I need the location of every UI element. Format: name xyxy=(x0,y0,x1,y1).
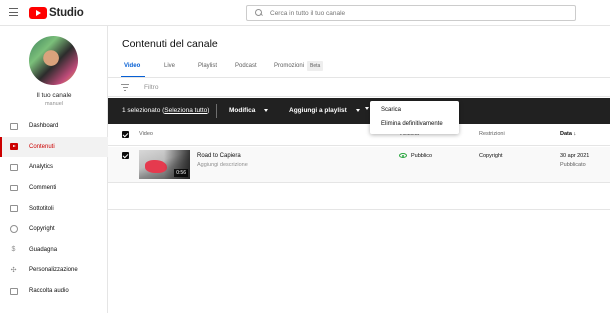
table-bottom-divider xyxy=(108,209,610,210)
chevron-down-icon xyxy=(365,107,369,110)
search-input[interactable] xyxy=(270,9,560,17)
analytics-icon xyxy=(9,163,18,172)
sidebar-item-label: Analytics xyxy=(29,164,54,171)
row-checkbox[interactable] xyxy=(122,152,129,159)
beta-badge: Beta xyxy=(307,61,324,71)
sort-arrow-icon: ↓ xyxy=(573,131,577,137)
sidebar-item-comments[interactable]: Commenti xyxy=(0,178,108,199)
earn-icon: $ xyxy=(11,246,16,254)
page-title: Contenuti del canale xyxy=(122,38,218,50)
tab-promotions[interactable]: Promozioni xyxy=(274,63,304,69)
channel-handle: manuel xyxy=(44,101,64,107)
table-header: Video Visibilità Restrizioni Data ↓ xyxy=(108,124,610,146)
tab-podcast[interactable]: Podcast xyxy=(235,63,257,69)
date-value: 30 apr 2021 xyxy=(560,153,590,159)
selection-count: 1 selezionato (Seleziona tutto) xyxy=(122,107,210,114)
divider xyxy=(216,104,217,118)
visibility-eye-icon xyxy=(399,153,407,158)
sidebar-item-label: Personalizzazione xyxy=(29,267,78,274)
restrictions-value[interactable]: Copyright xyxy=(479,153,503,159)
edit-button-label: Modifica xyxy=(229,107,256,114)
subtitles-icon xyxy=(9,204,18,213)
tab-playlist[interactable]: Playlist xyxy=(198,63,217,69)
channel-avatar[interactable] xyxy=(29,36,78,85)
sidebar-nav: Dashboard Contenuti Analytics Commenti S… xyxy=(0,116,108,301)
more-actions-dropdown: Scarica Elimina definitivamente xyxy=(370,101,459,134)
sidebar: Il tuo canale manuel Dashboard Contenuti… xyxy=(0,26,108,313)
sidebar-item-label: Dashboard xyxy=(29,123,59,130)
sidebar-item-customization[interactable]: ✣ Personalizzazione xyxy=(0,260,108,281)
select-all-link[interactable]: Seleziona tutto xyxy=(164,107,207,114)
sidebar-item-content[interactable]: Contenuti xyxy=(0,136,108,158)
chevron-down-icon xyxy=(264,109,269,112)
more-actions-button[interactable] xyxy=(365,107,369,110)
video-thumbnail[interactable]: 0:56 xyxy=(139,150,190,179)
customization-icon: ✣ xyxy=(10,267,17,275)
menu-icon[interactable] xyxy=(9,8,18,16)
column-restrictions: Restrizioni xyxy=(479,131,505,137)
sidebar-item-subtitles[interactable]: Sottotitoli xyxy=(0,198,108,219)
dashboard-icon xyxy=(9,122,18,131)
selection-action-bar: 1 selezionato (Seleziona tutto) Modifica… xyxy=(108,98,610,124)
audio-library-icon xyxy=(9,287,18,296)
copyright-icon xyxy=(9,225,18,234)
sidebar-item-analytics[interactable]: Analytics xyxy=(0,157,108,178)
video-title[interactable]: Road to Capiera xyxy=(197,153,241,159)
search-box[interactable] xyxy=(246,5,576,21)
sidebar-item-label: Guadagna xyxy=(29,246,58,253)
sidebar-item-audio-library[interactable]: Raccolta audio xyxy=(0,281,108,302)
edit-button[interactable]: Modifica xyxy=(229,107,269,114)
menu-item-delete-forever[interactable]: Elimina definitivamente xyxy=(381,121,443,127)
column-video: Video xyxy=(139,131,153,137)
content-tabs: Video Live Playlist Podcast Promozioni B… xyxy=(108,59,610,78)
visibility-value[interactable]: Pubblico xyxy=(411,153,432,159)
menu-item-download[interactable]: Scarica xyxy=(381,107,401,113)
filter-input[interactable]: Filtro xyxy=(144,84,158,91)
add-to-playlist-button[interactable]: Aggiungi a playlist xyxy=(289,107,360,114)
search-icon xyxy=(255,9,263,17)
sidebar-item-copyright[interactable]: Copyright xyxy=(0,219,108,240)
comments-icon xyxy=(9,184,18,193)
logo-text: Studio xyxy=(49,7,84,19)
filter-bar[interactable]: Filtro xyxy=(108,78,610,97)
sidebar-item-label: Raccolta audio xyxy=(29,288,69,295)
table-row[interactable]: 0:56 Road to Capiera Aggiungi descrizion… xyxy=(108,147,610,183)
filter-icon xyxy=(121,84,129,91)
tab-video[interactable]: Video xyxy=(124,63,140,69)
video-duration: 0:56 xyxy=(174,169,188,177)
column-date[interactable]: Data ↓ xyxy=(560,131,576,137)
date-status: Pubblicato xyxy=(560,162,586,168)
content-icon xyxy=(9,142,18,151)
sidebar-item-dashboard[interactable]: Dashboard xyxy=(0,116,108,137)
select-all-checkbox[interactable] xyxy=(122,131,129,138)
sidebar-item-earn[interactable]: $ Guadagna xyxy=(0,240,108,261)
sidebar-item-label: Sottotitoli xyxy=(29,205,54,212)
add-to-playlist-label: Aggiungi a playlist xyxy=(289,107,347,114)
sidebar-item-label: Commenti xyxy=(29,185,57,192)
channel-name: Il tuo canale xyxy=(36,92,72,99)
tab-live[interactable]: Live xyxy=(164,63,175,69)
video-description[interactable]: Aggiungi descrizione xyxy=(197,162,248,168)
chevron-down-icon xyxy=(355,109,360,112)
main-content: Contenuti del canale Video Live Playlist… xyxy=(108,26,610,313)
youtube-icon xyxy=(29,7,47,19)
top-bar: Studio xyxy=(0,0,610,26)
sidebar-item-label: Copyright xyxy=(29,226,55,233)
sidebar-item-label: Contenuti xyxy=(29,143,55,150)
youtube-studio-logo[interactable]: Studio xyxy=(29,6,84,20)
